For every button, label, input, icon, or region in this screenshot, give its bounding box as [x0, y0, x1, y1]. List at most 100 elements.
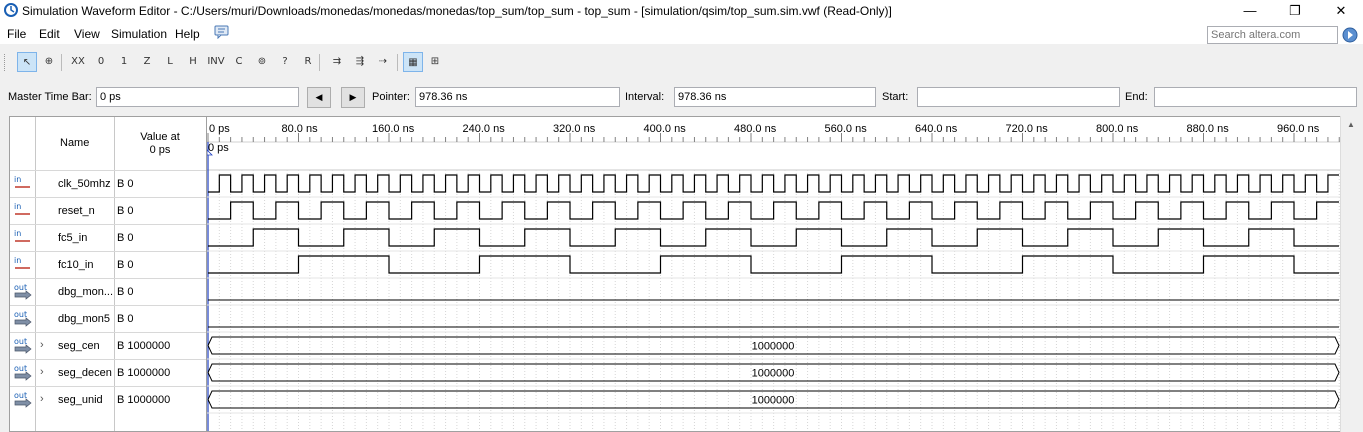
- master-time-bar-label: Master Time Bar:: [8, 91, 92, 103]
- random-values-icon[interactable]: R: [298, 52, 318, 72]
- bus-value-label: 1000000: [752, 341, 795, 353]
- window-title: Simulation Waveform Editor - C:/Users/mu…: [22, 4, 892, 18]
- svg-text:in: in: [14, 256, 21, 265]
- signal-row[interactable]: out dbg_mon... B 0: [10, 278, 206, 305]
- signal-value: B 0: [117, 313, 134, 325]
- force-low-icon[interactable]: 0: [91, 52, 111, 72]
- svg-text:out: out: [14, 391, 27, 400]
- menu-view[interactable]: View: [74, 27, 100, 41]
- menu-edit[interactable]: Edit: [39, 27, 60, 41]
- start-field[interactable]: [917, 87, 1120, 107]
- ruler-tick-label: 320.0 ns: [553, 123, 596, 135]
- feedback-icon[interactable]: [214, 25, 230, 39]
- ruler-tick-label: 80.0 ns: [281, 123, 318, 135]
- signal-row[interactable]: in clk_50mhz B 0: [10, 170, 206, 197]
- force-high-icon[interactable]: 1: [114, 52, 134, 72]
- svg-text:in: in: [14, 202, 21, 211]
- ruler-tick-label: 800.0 ns: [1096, 123, 1139, 135]
- next-transition-button[interactable]: ▶: [341, 87, 365, 108]
- ruler-tick-label: 480.0 ns: [734, 123, 777, 135]
- expand-chevron-icon[interactable]: ›: [40, 339, 44, 351]
- expand-chevron-icon[interactable]: ›: [40, 366, 44, 378]
- toolbar-grip[interactable]: [4, 54, 8, 71]
- vertical-scrollbar[interactable]: ▲: [1340, 116, 1363, 432]
- signal-waveform[interactable]: [208, 228, 1339, 247]
- end-label: End:: [1125, 91, 1148, 103]
- signal-value: B 0: [117, 178, 134, 190]
- signal-row[interactable]: in reset_n B 0: [10, 197, 206, 224]
- signal-value: B 1000000: [117, 367, 171, 379]
- ruler-tick-label: 240.0 ns: [462, 123, 505, 135]
- ruler-tick-label: 640.0 ns: [915, 123, 958, 135]
- menu-simulation[interactable]: Simulation: [111, 27, 167, 41]
- name-header-label: Name: [60, 137, 90, 149]
- snap-to-grid-icon[interactable]: ▦: [403, 52, 423, 72]
- minimize-button[interactable]: —: [1227, 0, 1273, 22]
- force-weak-high-icon[interactable]: H: [183, 52, 203, 72]
- signal-row[interactable]: in fc5_in B 0: [10, 224, 206, 251]
- signal-name: seg_cen: [58, 340, 100, 352]
- interval-label: Interval:: [625, 91, 665, 103]
- pointer-field[interactable]: 978.36 ns: [415, 87, 620, 107]
- signal-row[interactable]: in fc10_in B 0: [10, 251, 206, 278]
- signal-name: fc10_in: [58, 259, 94, 271]
- signal-value: B 1000000: [117, 394, 171, 406]
- signal-value: B 0: [117, 259, 134, 271]
- menu-file[interactable]: File: [7, 27, 26, 41]
- maximize-button[interactable]: ❐: [1272, 0, 1318, 22]
- toolbar-separator: [61, 54, 62, 71]
- waveform-canvas[interactable]: 1000000 1000000 1000000: [206, 117, 1363, 432]
- title-bar: Simulation Waveform Editor - C:/Users/mu…: [0, 0, 1363, 22]
- previous-transition-button[interactable]: ◀: [307, 87, 331, 108]
- signal-waveform[interactable]: [208, 174, 1339, 193]
- signal-row[interactable]: out › seg_cen B 1000000: [10, 332, 206, 359]
- signal-waveform[interactable]: [208, 201, 1339, 220]
- scroll-up-icon[interactable]: ▲: [1347, 120, 1355, 129]
- signal-value: B 0: [117, 205, 134, 217]
- bus-value-label: 1000000: [752, 395, 795, 407]
- interval-field[interactable]: 978.36 ns: [674, 87, 876, 107]
- zoom-icon[interactable]: ⊕: [39, 52, 59, 72]
- signal-row[interactable]: out › seg_decen B 1000000: [10, 359, 206, 386]
- expand-chevron-icon[interactable]: ›: [40, 393, 44, 405]
- signal-value: B 0: [117, 232, 134, 244]
- count-value-icon[interactable]: C: [229, 52, 249, 72]
- signal-row[interactable]: out › seg_unid B 1000000: [10, 386, 206, 413]
- value-header-line2: 0 ps: [149, 144, 171, 156]
- force-high-z-icon[interactable]: Z: [137, 52, 157, 72]
- search-go-icon[interactable]: [1342, 27, 1358, 43]
- menu-help[interactable]: Help: [175, 27, 200, 41]
- ruler-tick-label: 880.0 ns: [1186, 123, 1229, 135]
- app-icon: [4, 3, 18, 17]
- waveform-display[interactable]: 1000000 1000000 1000000 0 ps 80.0 ns 160.0 n…: [206, 117, 1363, 432]
- value-column-header[interactable]: Value at 0 ps: [114, 117, 206, 170]
- menu-bar: File Edit View Simulation Help: [0, 22, 1363, 44]
- close-button[interactable]: ✕: [1318, 0, 1363, 22]
- signal-name: seg_decen: [58, 367, 112, 379]
- waveform-panel: Name Value at 0 ps in clk_50mhz B 0 in reset…: [9, 116, 1363, 432]
- input-pin-icon: in: [14, 256, 30, 269]
- signal-waveform[interactable]: [208, 255, 1339, 274]
- force-unknown-icon[interactable]: XX: [68, 52, 88, 72]
- end-field[interactable]: [1154, 87, 1357, 107]
- run-timing-simulation-icon[interactable]: ⇶: [350, 52, 370, 72]
- master-time-bar-field[interactable]: 0 ps: [96, 87, 299, 107]
- name-column-header[interactable]: Name: [36, 117, 114, 170]
- ruler-tick-label: 960.0 ns: [1277, 123, 1320, 135]
- signal-value: B 1000000: [117, 340, 171, 352]
- output-pin-icon: out: [14, 337, 32, 354]
- signal-row[interactable]: out dbg_mon5 B 0: [10, 305, 206, 332]
- grid-settings-icon[interactable]: ⊞: [425, 52, 445, 72]
- generate-netlist-icon[interactable]: ⇢: [373, 52, 393, 72]
- signal-name: reset_n: [58, 205, 95, 217]
- ruler-tick-label: 0 ps: [209, 123, 230, 135]
- selection-icon[interactable]: ↖: [17, 52, 37, 72]
- force-weak-low-icon[interactable]: L: [160, 52, 180, 72]
- overwrite-clock-icon[interactable]: ⊚: [252, 52, 272, 72]
- search-input[interactable]: [1207, 26, 1338, 44]
- arbitrary-value-icon[interactable]: ?: [275, 52, 295, 72]
- invert-icon[interactable]: INV: [206, 52, 226, 72]
- output-pin-icon: out: [14, 283, 32, 300]
- start-label: Start:: [882, 91, 909, 103]
- run-functional-simulation-icon[interactable]: ⇉: [327, 52, 347, 72]
